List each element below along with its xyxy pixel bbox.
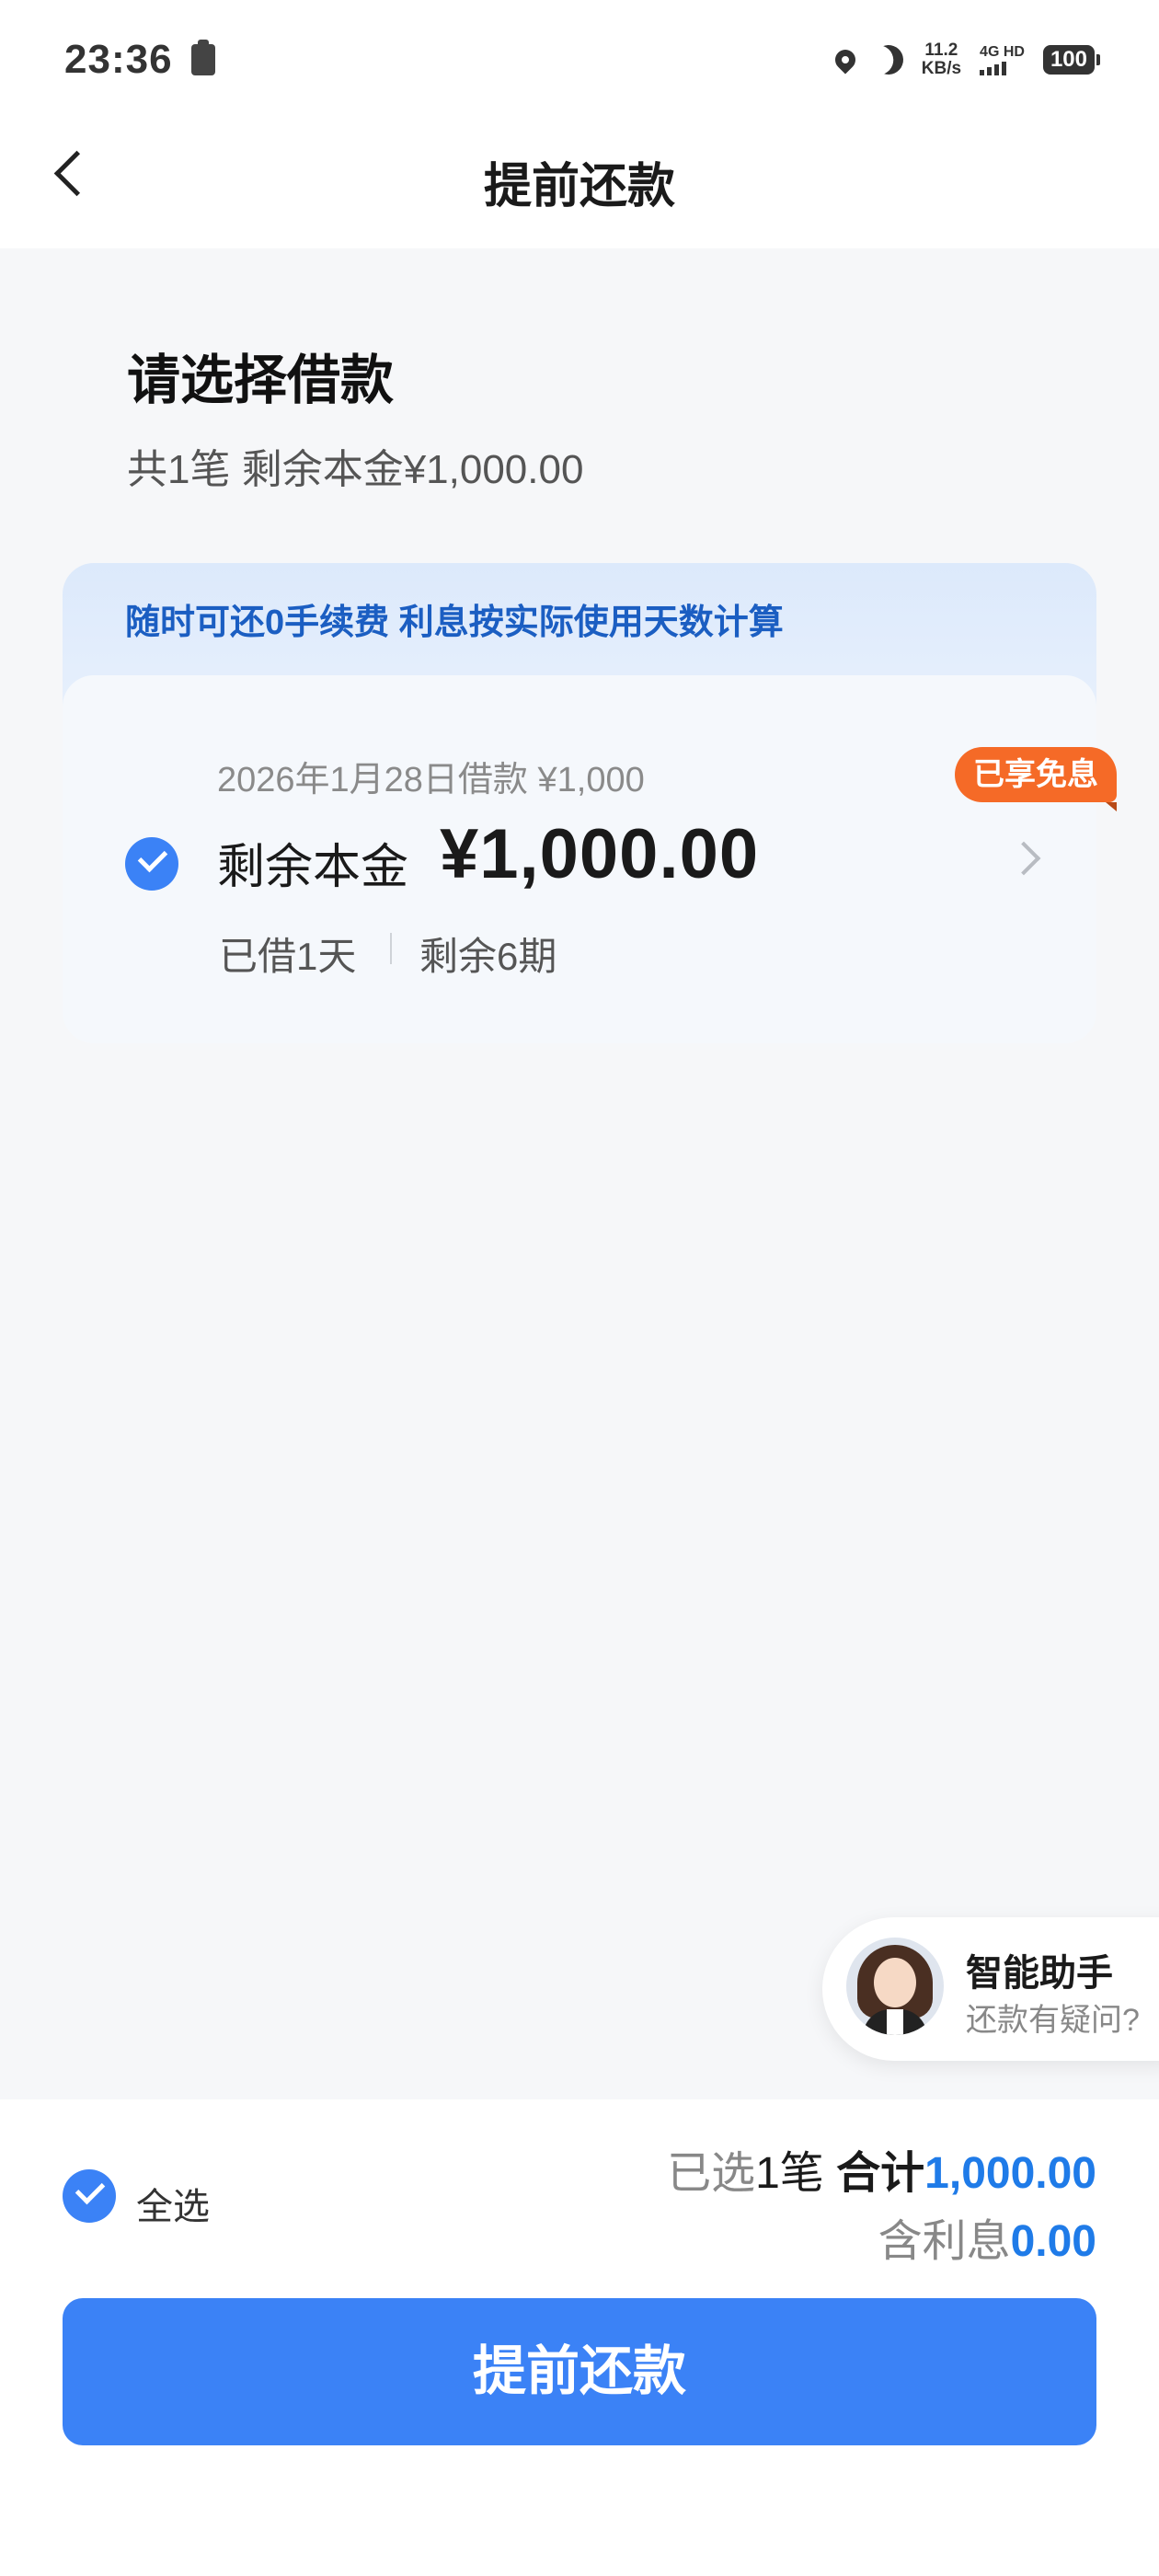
interest-summary: 含利息0.00 (878, 2204, 1096, 2269)
select-all-label[interactable]: 全选 (136, 2177, 210, 2230)
selected-prefix: 已选 (667, 2149, 756, 2198)
interest-free-badge: 已享免息 (955, 747, 1117, 811)
interest-label: 含利息 (878, 2217, 1011, 2266)
borrowed-days: 已借1天 (219, 935, 357, 978)
moon-icon (869, 40, 907, 78)
assistant-title: 智能助手 (966, 1953, 1113, 1994)
net-speed-unit: KB/s (921, 59, 962, 78)
smart-assistant-button[interactable]: 智能助手 还款有疑问? (822, 1917, 1159, 2061)
clipboard-icon (191, 40, 215, 75)
net-speed-value: 11.2 (924, 40, 958, 60)
battery-icon: 100 (1042, 45, 1101, 75)
select-all-checkbox[interactable] (63, 2169, 116, 2223)
total-value: 1,000.00 (924, 2149, 1096, 2198)
interest-value: 0.00 (1010, 2217, 1096, 2266)
location-icon (831, 45, 860, 75)
selected-count: 1笔 (755, 2149, 824, 2198)
total-label: 合计 (836, 2149, 925, 2198)
selection-summary: 已选1笔 合计1,000.00 (667, 2136, 1096, 2201)
net-speed: 11.2 KB/s (922, 41, 961, 78)
signal-bars-icon (980, 61, 1025, 75)
status-icons: 11.2 KB/s 4G HD 100 (831, 37, 1101, 83)
promo-text: 随时可还0手续费 利息按实际使用天数计算 (125, 604, 784, 642)
section-summary: 共1笔 剩余本金¥1,000.00 (127, 447, 584, 492)
divider (390, 933, 392, 964)
signal-icon: 4G HD (980, 44, 1025, 75)
loan-checkbox[interactable] (125, 837, 178, 891)
section-title: 请选择借款 (127, 351, 395, 410)
prepay-button[interactable]: 提前还款 (63, 2298, 1096, 2445)
status-time: 23:36 (64, 37, 173, 82)
principal-label: 剩余本金 (217, 841, 409, 894)
assistant-avatar (846, 1938, 944, 2035)
page-title: 提前还款 (483, 160, 675, 213)
principal-amount: ¥1,000.00 (440, 815, 760, 893)
signal-label: 4G HD (980, 44, 1025, 60)
assistant-subtitle: 还款有疑问? (966, 2003, 1140, 2038)
remaining-periods: 剩余6期 (419, 935, 557, 978)
loan-date: 2026年1月28日借款 ¥1,000 (217, 761, 645, 799)
status-bar: 23:36 11.2 KB/s 4G HD 100 (0, 0, 1159, 124)
